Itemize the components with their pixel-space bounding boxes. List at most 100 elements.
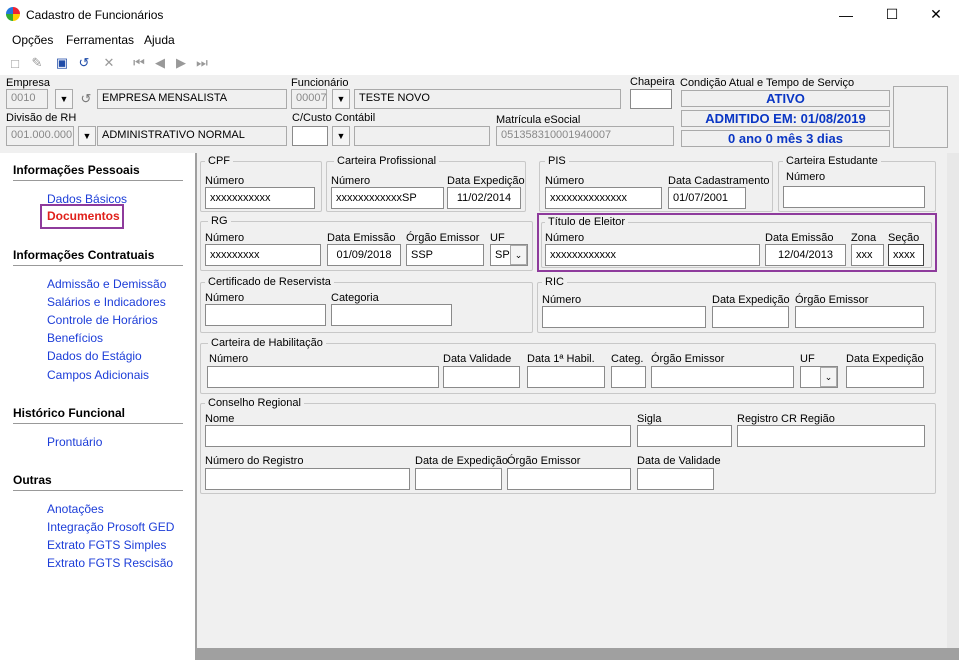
- matricula-field[interactable]: 051358310001940007: [496, 126, 674, 146]
- ric-orgao-label: Órgão Emissor: [795, 294, 869, 306]
- last-record-icon[interactable]: ⏭: [194, 55, 210, 71]
- rg-numero-input[interactable]: xxxxxxxxx: [205, 244, 321, 266]
- divisao-code-field[interactable]: 001.000.000: [6, 126, 74, 146]
- menu-opcoes[interactable]: Opções: [12, 33, 53, 47]
- cnh-validade-input[interactable]: [443, 366, 520, 388]
- reservista-numero-input[interactable]: [205, 304, 326, 326]
- cnh-habil-input[interactable]: [527, 366, 605, 388]
- cnh-categ-input[interactable]: [611, 366, 646, 388]
- funcionario-dropdown-icon[interactable]: ▼: [332, 89, 350, 109]
- undo-icon[interactable]: ↺: [76, 55, 92, 71]
- ccusto-name-field: [354, 126, 490, 146]
- rg-orgao-input[interactable]: SSP: [406, 244, 484, 266]
- sidebar-section-historico: Histórico Funcional: [13, 406, 126, 420]
- ctps-title: Carteira Profissional: [334, 155, 440, 167]
- delete-icon[interactable]: ✕: [101, 55, 117, 71]
- funcionario-code-field[interactable]: 00007: [291, 89, 327, 109]
- pis-title: PIS: [545, 155, 569, 167]
- first-record-icon[interactable]: ⏮: [131, 55, 147, 71]
- conselho-nome-input[interactable]: [205, 425, 631, 447]
- funcionario-label: Funcionário: [291, 77, 349, 89]
- cnh-validade-label: Data Validade: [443, 353, 512, 365]
- conselho-orgao-input[interactable]: [507, 468, 631, 490]
- ric-orgao-input[interactable]: [795, 306, 924, 328]
- sidebar-item-fgts-rescisao[interactable]: Extrato FGTS Rescisão: [47, 556, 173, 570]
- divisao-label: Divisão de RH: [6, 112, 77, 124]
- maximize-button[interactable]: ☐: [869, 0, 915, 29]
- reservista-numero-label: Número: [205, 292, 245, 304]
- chapeira-field[interactable]: [630, 89, 672, 109]
- conselho-nome-label: Nome: [205, 413, 235, 425]
- ccusto-dropdown-icon[interactable]: ▼: [332, 126, 350, 146]
- pis-data-input[interactable]: 01/07/2001: [668, 187, 746, 209]
- pis-numero-input[interactable]: xxxxxxxxxxxxxx: [545, 187, 662, 209]
- ctps-data-input[interactable]: 11/02/2014: [447, 187, 521, 209]
- cnh-exped-input[interactable]: [846, 366, 924, 388]
- sidebar-item-estagio[interactable]: Dados do Estágio: [47, 349, 142, 363]
- minimize-button[interactable]: —: [823, 0, 869, 29]
- pis-numero-label: Número: [545, 175, 585, 187]
- ccusto-code-field[interactable]: [292, 126, 328, 146]
- sidebar-item-prontuario[interactable]: Prontuário: [47, 435, 102, 449]
- titulo-secao-label: Seção: [888, 232, 920, 244]
- titulo-zona-input[interactable]: xxx: [851, 244, 884, 266]
- conselho-exped-input[interactable]: [415, 468, 502, 490]
- titulo-secao-input[interactable]: xxxx: [888, 244, 924, 266]
- ric-numero-input[interactable]: [542, 306, 706, 328]
- window-title: Cadastro de Funcionários: [26, 8, 164, 22]
- divisao-name-field: ADMINISTRATIVO NORMAL: [97, 126, 287, 146]
- next-record-icon[interactable]: ▶: [173, 55, 189, 71]
- sidebar-item-prosoft-ged[interactable]: Integração Prosoft GED: [47, 520, 174, 534]
- close-button[interactable]: ✕: [913, 0, 959, 29]
- save-icon[interactable]: ▣: [54, 55, 70, 71]
- sidebar-item-fgts-simples[interactable]: Extrato FGTS Simples: [47, 538, 166, 552]
- sidebar-item-campos-adicionais[interactable]: Campos Adicionais: [47, 368, 149, 382]
- photo-frame[interactable]: [893, 86, 948, 148]
- empresa-code-field[interactable]: 0010: [6, 89, 48, 109]
- ric-data-label: Data Expedição: [712, 294, 790, 306]
- sidebar-item-anotacoes[interactable]: Anotações: [47, 502, 104, 516]
- reservista-categoria-input[interactable]: [331, 304, 452, 326]
- ctps-numero-label: Número: [331, 175, 371, 187]
- sidebar-item-documentos[interactable]: Documentos: [40, 204, 124, 229]
- estudante-title: Carteira Estudante: [783, 155, 881, 167]
- chevron-down-icon[interactable]: ⌄: [820, 367, 837, 387]
- divider: [13, 490, 183, 491]
- rg-orgao-label: Órgão Emissor: [406, 232, 480, 244]
- conselho-sigla-label: Sigla: [637, 413, 662, 425]
- divisao-dropdown-icon[interactable]: ▼: [78, 126, 96, 146]
- divider: [13, 423, 183, 424]
- menu-ajuda[interactable]: Ajuda: [144, 33, 175, 47]
- conselho-sigla-input[interactable]: [637, 425, 732, 447]
- chevron-down-icon[interactable]: ⌄: [510, 245, 527, 265]
- sidebar-item-salarios[interactable]: Salários e Indicadores: [47, 295, 166, 309]
- rg-data-input[interactable]: 01/09/2018: [327, 244, 401, 266]
- edit-icon[interactable]: ✎: [29, 55, 45, 71]
- admission-date-badge: ADMITIDO EM: 01/08/2019: [681, 110, 890, 127]
- new-icon[interactable]: □: [7, 55, 23, 71]
- conselho-validade-label: Data de Validade: [637, 455, 721, 467]
- conselho-registro-input[interactable]: [205, 468, 410, 490]
- sidebar-section-outras: Outras: [13, 473, 52, 487]
- titulo-numero-input[interactable]: xxxxxxxxxxxx: [545, 244, 760, 266]
- cpf-numero-input[interactable]: xxxxxxxxxxx: [205, 187, 315, 209]
- pis-data-label: Data Cadastramento: [668, 175, 770, 187]
- sidebar-item-horarios[interactable]: Controle de Horários: [47, 313, 158, 327]
- chapeira-label: Chapeira: [630, 76, 675, 88]
- scrollbar[interactable]: [947, 153, 959, 648]
- ric-data-input[interactable]: [712, 306, 789, 328]
- ctps-numero-input[interactable]: xxxxxxxxxxxxSP: [331, 187, 444, 209]
- conselho-regiao-input[interactable]: [737, 425, 925, 447]
- estudante-numero-input[interactable]: [783, 186, 925, 208]
- cnh-exped-label: Data Expedição: [846, 353, 924, 365]
- sidebar-item-admissao[interactable]: Admissão e Demissão: [47, 277, 166, 291]
- titulo-data-input[interactable]: 12/04/2013: [765, 244, 846, 266]
- cnh-numero-input[interactable]: [207, 366, 439, 388]
- conselho-validade-input[interactable]: [637, 468, 714, 490]
- previous-record-icon[interactable]: ◀: [152, 55, 168, 71]
- refresh-icon[interactable]: ↺: [78, 91, 94, 107]
- empresa-dropdown-icon[interactable]: ▼: [55, 89, 73, 109]
- menu-ferramentas[interactable]: Ferramentas: [66, 33, 134, 47]
- cnh-orgao-input[interactable]: [651, 366, 794, 388]
- sidebar-item-beneficios[interactable]: Benefícios: [47, 331, 103, 345]
